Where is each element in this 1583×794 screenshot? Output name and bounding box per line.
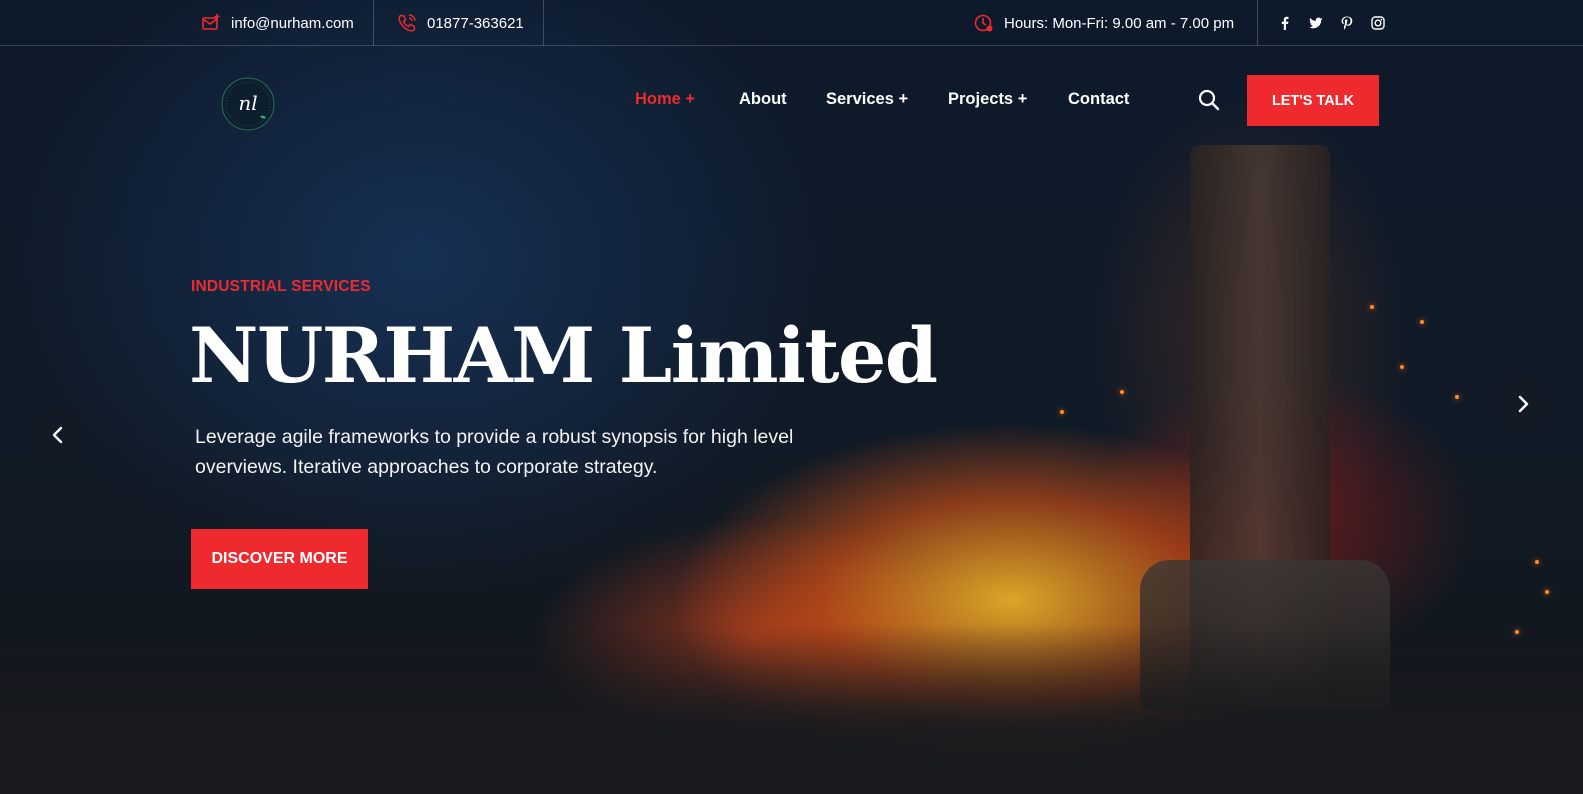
email-text[interactable]: info@nurham.com xyxy=(231,15,354,32)
spark xyxy=(1060,410,1064,414)
hours-text: Hours: Mon-Fri: 9.00 am - 7.00 pm xyxy=(1004,14,1235,32)
hero-description: Leverage agile frameworks to provide a r… xyxy=(195,426,794,478)
divider xyxy=(1257,0,1258,46)
email-contact[interactable]: info@nurham.com xyxy=(201,0,354,46)
instagram-icon[interactable] xyxy=(1371,16,1385,30)
chevron-left-icon xyxy=(52,426,63,444)
logo-monogram: nl xyxy=(238,91,257,115)
phone-text[interactable]: 01877-363621 xyxy=(427,15,524,32)
mail-icon xyxy=(201,13,221,33)
phone-icon xyxy=(397,13,417,33)
clock-icon xyxy=(974,13,994,33)
hero-title: NURHAM Limited xyxy=(189,311,938,400)
nav-home[interactable]: Home + xyxy=(635,90,695,109)
spark xyxy=(1400,365,1404,369)
spark xyxy=(1545,590,1549,594)
ground-shade xyxy=(0,624,1583,794)
nav-projects[interactable]: Projects + xyxy=(948,90,1027,109)
lets-talk-button[interactable]: LET'S TALK xyxy=(1247,75,1379,126)
spark xyxy=(1120,390,1124,394)
business-hours: Hours: Mon-Fri: 9.00 am - 7.00 pm xyxy=(974,0,1234,46)
spark xyxy=(1515,630,1519,634)
facebook-icon[interactable] xyxy=(1278,16,1292,30)
spark xyxy=(1535,560,1539,564)
search-icon[interactable] xyxy=(1198,89,1220,111)
site-logo[interactable]: nl xyxy=(220,76,276,132)
nav-contact[interactable]: Contact xyxy=(1068,90,1129,109)
social-links xyxy=(1278,0,1385,46)
slider-next-button[interactable] xyxy=(1493,374,1553,434)
pinterest-icon[interactable] xyxy=(1340,16,1354,30)
spark xyxy=(1455,395,1459,399)
divider xyxy=(543,0,544,46)
twitter-icon[interactable] xyxy=(1309,16,1323,30)
top-bar: info@nurham.com 01877-363621 Hours: Mon-… xyxy=(0,0,1583,46)
nav-services[interactable]: Services + xyxy=(826,90,908,109)
phone-contact[interactable]: 01877-363621 xyxy=(397,0,524,46)
slider-prev-button[interactable] xyxy=(28,405,88,465)
discover-more-button[interactable]: DISCOVER MORE xyxy=(191,529,368,589)
divider xyxy=(373,0,374,46)
nav-about[interactable]: About xyxy=(739,90,787,109)
spark xyxy=(1420,320,1424,324)
hero-eyebrow: INDUSTRIAL SERVICES xyxy=(191,278,371,295)
chevron-right-icon xyxy=(1518,395,1529,413)
spark xyxy=(1370,305,1374,309)
